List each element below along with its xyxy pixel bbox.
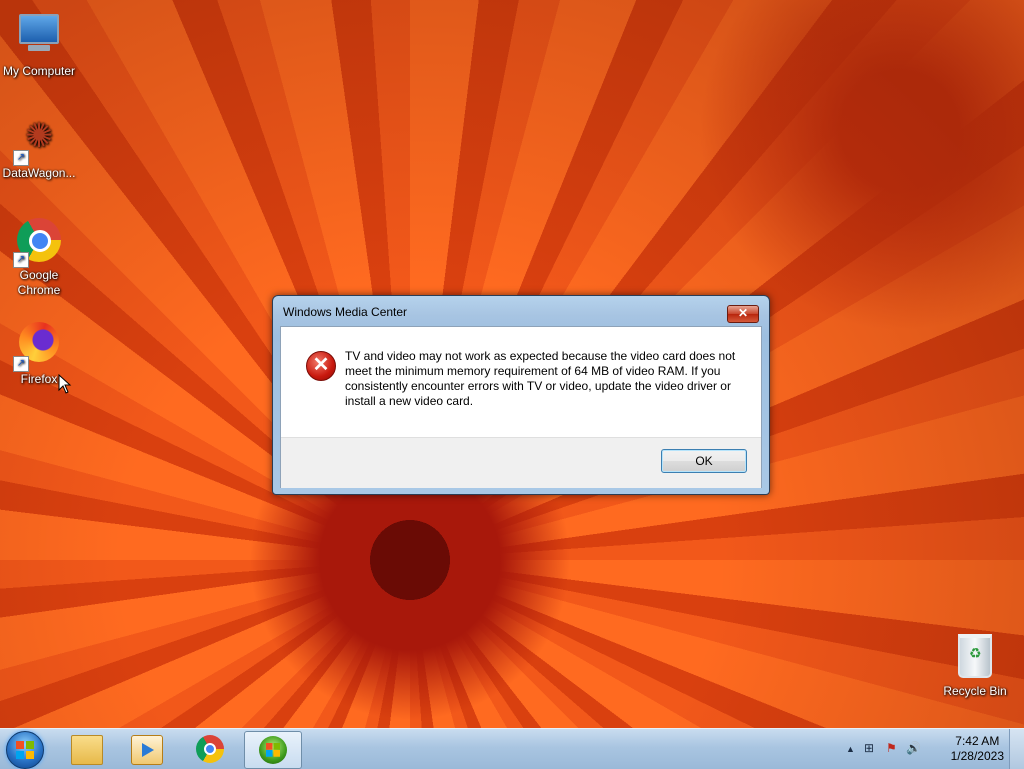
clock-date: 1/28/2023 (950, 749, 1004, 763)
dialog-button-bar: OK (281, 437, 761, 488)
show-desktop-button[interactable] (1009, 729, 1024, 769)
windows-logo-icon (16, 741, 34, 759)
windows-media-center-icon (259, 736, 287, 764)
volume-icon[interactable]: 🔊 (906, 741, 921, 755)
windows-explorer-icon (71, 735, 103, 765)
desktop-icon-label: My Computer (2, 64, 76, 78)
clock-time: 7:42 AM (955, 734, 1000, 748)
dialog-message: TV and video may not work as expected be… (345, 349, 736, 408)
error-icon: ✕ (306, 351, 336, 381)
desktop-icon-google-chrome[interactable]: ↗ Google Chrome (0, 216, 78, 298)
shortcut-arrow-icon: ↗ (13, 252, 29, 268)
show-hidden-icons-chevron-icon[interactable]: ▲ (846, 744, 855, 754)
dialog-content: ✕ TV and video may not work as expected … (281, 327, 761, 437)
dialog-title: Windows Media Center (283, 305, 408, 319)
close-icon: ✕ (737, 306, 749, 320)
start-button[interactable] (6, 731, 44, 769)
recycle-bin-icon: ♻ (951, 634, 999, 682)
taskbar: ▲ ⊞ ⚑ 🔊 7:42 AM 1/28/2023 (0, 728, 1024, 769)
shortcut-arrow-icon: ↗ (13, 356, 29, 372)
windows-media-player-icon (131, 735, 163, 765)
taskbar-button-chrome[interactable] (182, 731, 238, 767)
desktop-icon-label: Recycle Bin (943, 684, 1007, 698)
ok-button[interactable]: OK (661, 449, 747, 473)
dialog-client-area: ✕ TV and video may not work as expected … (280, 326, 762, 488)
taskbar-button-media-player[interactable] (118, 731, 174, 767)
desktop-icon-datawagon[interactable]: ✺ ↗ DataWagon... (0, 112, 78, 181)
shortcut-arrow-icon: ↗ (13, 150, 29, 166)
desktop-icon-recycle-bin[interactable]: ♻ Recycle Bin (936, 628, 1014, 699)
network-icon[interactable]: ⊞ (864, 741, 874, 755)
notification-area: ▲ ⊞ ⚑ 🔊 7:42 AM 1/28/2023 (834, 729, 1024, 769)
firefox-icon: ↗ (13, 322, 63, 372)
datawagon-icon: ✺ ↗ (13, 116, 63, 166)
computer-icon (15, 14, 63, 62)
taskbar-button-media-center[interactable] (244, 731, 302, 769)
google-chrome-icon: ↗ (13, 218, 63, 268)
google-chrome-icon (196, 735, 224, 763)
clock[interactable]: 7:42 AM 1/28/2023 (951, 734, 1004, 764)
desktop-icon-label: DataWagon... (2, 166, 76, 180)
taskbar-button-explorer[interactable] (58, 731, 114, 767)
error-dialog: Windows Media Center ✕ ✕ TV and video ma… (272, 295, 770, 495)
close-button[interactable]: ✕ (727, 305, 759, 323)
action-center-flag-icon[interactable]: ⚑ (886, 741, 897, 755)
desktop-icon-my-computer[interactable]: My Computer (0, 8, 78, 79)
desktop-icon-label: Google Chrome (17, 268, 61, 297)
